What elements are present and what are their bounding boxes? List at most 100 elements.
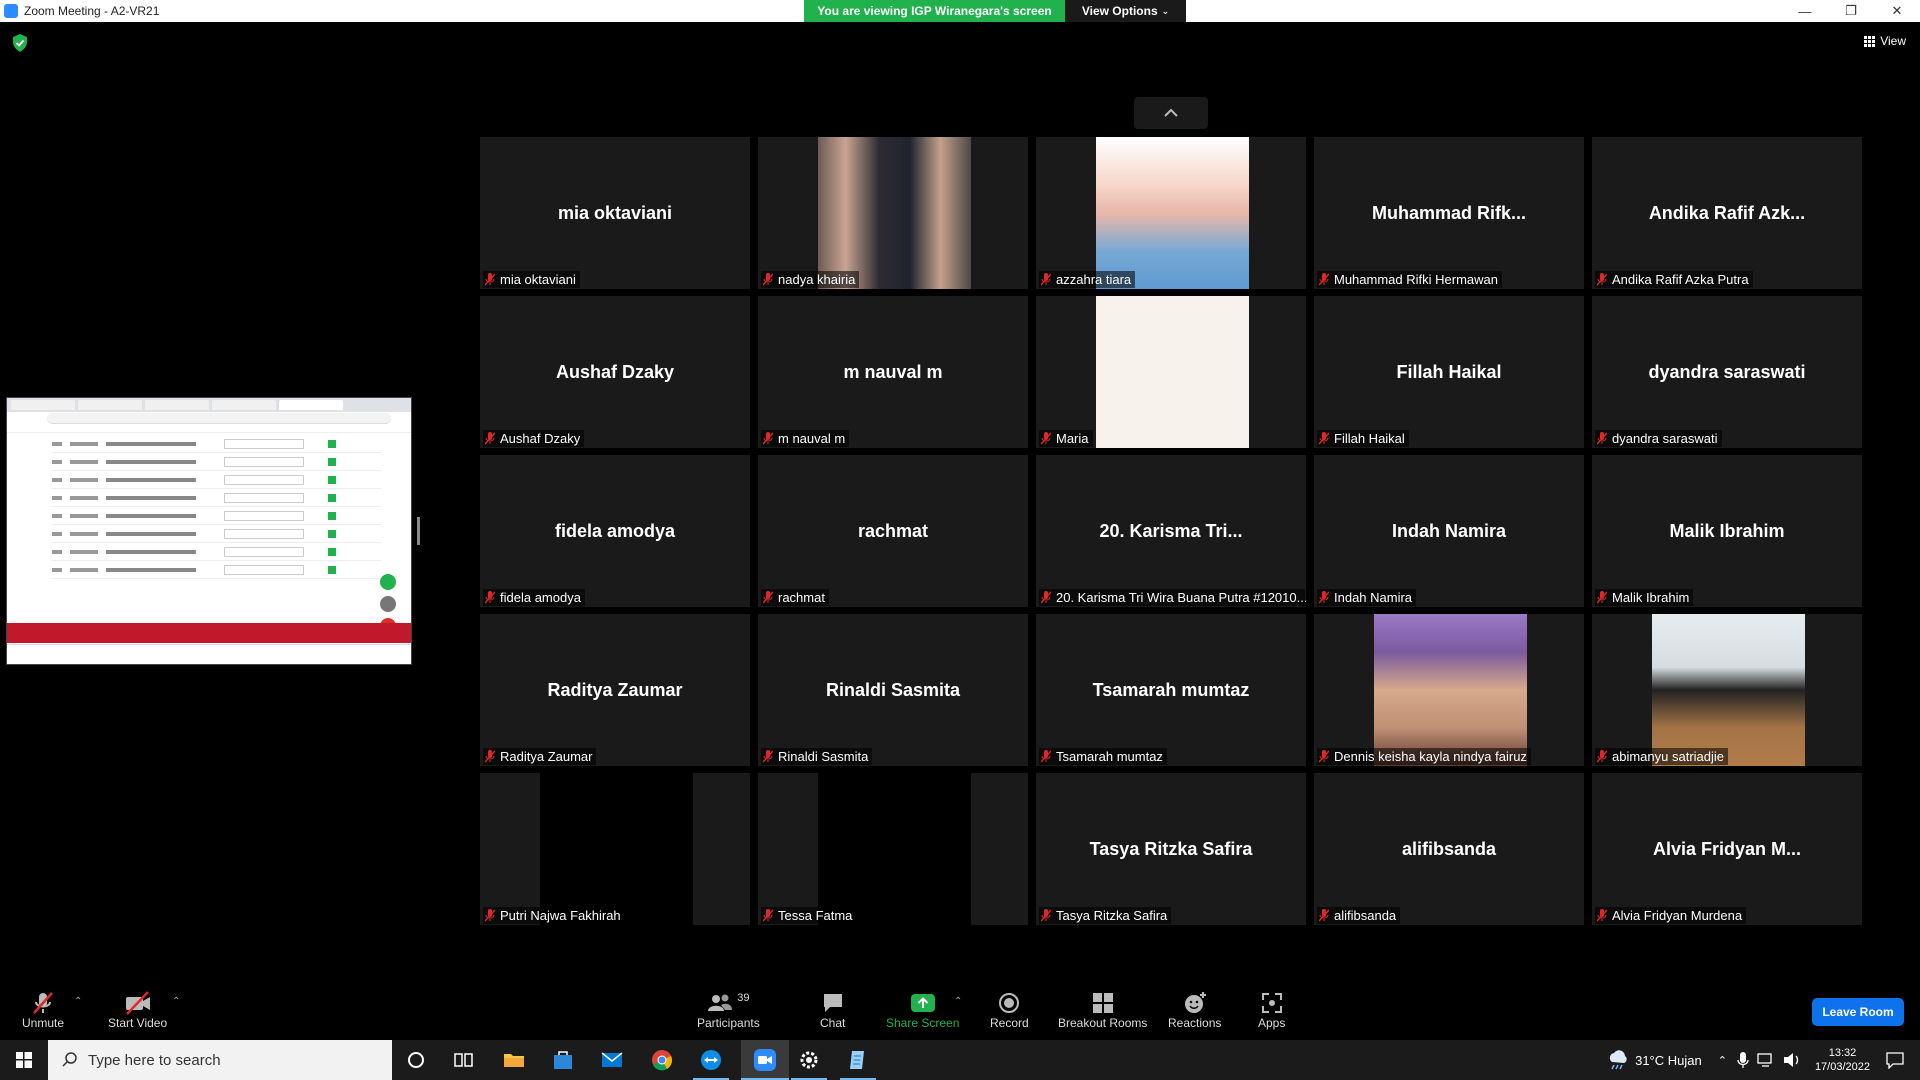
- mic-muted-icon: [1318, 432, 1330, 445]
- store-icon[interactable]: [551, 1048, 575, 1072]
- notepad-icon[interactable]: [846, 1048, 870, 1072]
- mic-muted-icon: [1040, 909, 1052, 922]
- start-button[interactable]: [0, 1040, 48, 1080]
- view-layout-button[interactable]: View: [1864, 34, 1906, 48]
- record-button[interactable]: Record: [990, 990, 1029, 1030]
- restore-button[interactable]: ❐: [1828, 0, 1874, 22]
- task-view-icon[interactable]: [452, 1048, 476, 1072]
- scroll-up-button[interactable]: [1134, 97, 1208, 129]
- shield-check-icon[interactable]: [12, 34, 28, 52]
- chrome-icon[interactable]: [650, 1048, 674, 1072]
- mic-muted-icon: [1596, 591, 1608, 604]
- participant-tile[interactable]: fidela amodya fidela amodya: [480, 455, 750, 607]
- participant-tile[interactable]: Andika Rafif Azk... Andika Rafif Azka Put…: [1592, 137, 1862, 289]
- participant-name: Fillah Haikal: [1334, 431, 1405, 446]
- participant-tile[interactable]: Raditya Zaumar Raditya Zaumar: [480, 614, 750, 766]
- apps-button[interactable]: Apps: [1258, 990, 1285, 1030]
- share-options-caret[interactable]: ⌃: [954, 996, 962, 1007]
- video-options-caret[interactable]: ⌃: [172, 996, 180, 1007]
- participant-name: Tessa Fatma: [778, 908, 853, 923]
- participant-tile[interactable]: mia oktaviani mia oktaviani: [480, 137, 750, 289]
- microphone-icon[interactable]: [1737, 1051, 1749, 1069]
- participant-name: 20. Karisma Tri Wira Buana Putra #12010.…: [1056, 590, 1306, 605]
- cortana-icon[interactable]: [404, 1048, 428, 1072]
- chat-button[interactable]: Chat: [820, 990, 845, 1030]
- mic-muted-icon: [1318, 750, 1330, 763]
- mic-muted-icon: [1596, 432, 1608, 445]
- settings-gear-icon[interactable]: [797, 1048, 821, 1072]
- participant-display-name: m nauval m: [843, 361, 943, 382]
- breakout-rooms-button[interactable]: Breakout Rooms: [1058, 990, 1147, 1030]
- thumbnail-resize-handle[interactable]: [417, 517, 420, 545]
- participant-tile[interactable]: dyandra saraswati dyandra saraswati: [1592, 296, 1862, 448]
- tray-chevron-up-icon[interactable]: ⌃: [1718, 1054, 1727, 1067]
- mic-muted-icon: [1040, 432, 1052, 445]
- participants-button[interactable]: 39 Participants: [697, 990, 760, 1030]
- mail-icon[interactable]: [600, 1048, 624, 1072]
- participant-tile[interactable]: azzahra tiara: [1036, 137, 1306, 289]
- unmute-button[interactable]: Unmute: [22, 990, 64, 1030]
- volume-icon[interactable]: [1783, 1052, 1801, 1068]
- notification-center-icon[interactable]: [1886, 1051, 1904, 1069]
- mic-muted-icon: [1318, 909, 1330, 922]
- mic-muted-icon: [1318, 591, 1330, 604]
- participant-tile[interactable]: 20. Karisma Tri... 20. Karisma Tri Wira B…: [1036, 455, 1306, 607]
- zoom-icon[interactable]: [753, 1048, 777, 1072]
- participant-tile[interactable]: Aushaf Dzaky Aushaf Dzaky: [480, 296, 750, 448]
- minimize-button[interactable]: —: [1782, 0, 1828, 22]
- reactions-button[interactable]: Reactions: [1168, 990, 1221, 1030]
- participant-tile[interactable]: Dennis keisha kayla nindya fairuz: [1314, 614, 1584, 766]
- weather-label[interactable]: 31°C Hujan: [1635, 1053, 1702, 1068]
- participant-tile[interactable]: Maria: [1036, 296, 1306, 448]
- participant-tile[interactable]: abimanyu satriadjie: [1592, 614, 1862, 766]
- participant-tile[interactable]: Rinaldi Sasmita Rinaldi Sasmita: [758, 614, 1028, 766]
- network-icon[interactable]: [1757, 1052, 1775, 1068]
- leave-room-button[interactable]: Leave Room: [1812, 998, 1904, 1026]
- breakout-rooms-label: Breakout Rooms: [1058, 1016, 1148, 1030]
- woman-sunglasses-photo: [1096, 137, 1249, 289]
- mic-muted-icon: [484, 750, 496, 763]
- close-button[interactable]: ✕: [1874, 0, 1920, 22]
- view-options-button[interactable]: View Options ⌄: [1065, 0, 1186, 22]
- apps-icon: [1261, 993, 1282, 1013]
- mic-muted-icon: [1318, 273, 1330, 286]
- participant-tile[interactable]: Alvia Fridyan M... Alvia Fridyan Murdena: [1592, 773, 1862, 925]
- participant-name: Malik Ibrahim: [1612, 590, 1690, 605]
- mic-muted-icon: [484, 591, 496, 604]
- participant-tile[interactable]: rachmat rachmat: [758, 455, 1028, 607]
- shared-screen-thumbnail[interactable]: [6, 397, 412, 665]
- participant-tile[interactable]: Malik Ibrahim Malik Ibrahim: [1592, 455, 1862, 607]
- participant-tile[interactable]: Fillah Haikal Fillah Haikal: [1314, 296, 1584, 448]
- participant-tile[interactable]: Indah Namira Indah Namira: [1314, 455, 1584, 607]
- participant-name: Andika Rafif Azka Putra: [1612, 272, 1749, 287]
- participant-name-label: Indah Namira: [1317, 589, 1417, 606]
- mic-muted-icon: [762, 591, 774, 604]
- taskbar-clock[interactable]: 13:32 17/03/2022: [1815, 1046, 1870, 1074]
- participant-name: dyandra saraswati: [1612, 431, 1718, 446]
- participant-tile[interactable]: nadya khairia: [758, 137, 1028, 289]
- participant-tile[interactable]: Putri Najwa Fakhirah: [480, 773, 750, 925]
- participant-tile[interactable]: Tsamarah mumtaz Tsamarah mumtaz: [1036, 614, 1306, 766]
- participant-name-label: m nauval m: [761, 430, 850, 447]
- dark-video: [818, 773, 971, 925]
- participant-display-name: Raditya Zaumar: [547, 679, 683, 700]
- participant-display-name: Rinaldi Sasmita: [825, 679, 961, 700]
- share-screen-label: Share Screen: [886, 1016, 960, 1030]
- start-video-button[interactable]: Start Video: [108, 990, 167, 1030]
- participants-count: 39: [737, 992, 750, 1004]
- participant-tile[interactable]: m nauval m m nauval m: [758, 296, 1028, 448]
- participant-tile[interactable]: Tessa Fatma: [758, 773, 1028, 925]
- participant-tile[interactable]: Muhammad Rifk... Muhammad Rifki Hermawan: [1314, 137, 1584, 289]
- windows-logo-icon: [16, 1052, 32, 1068]
- audio-options-caret[interactable]: ⌃: [74, 996, 82, 1007]
- mic-muted-icon: [484, 273, 496, 286]
- participant-name-label: Maria: [1039, 430, 1093, 447]
- taskbar-search-box[interactable]: Type here to search: [48, 1040, 392, 1080]
- view-label: View: [1880, 34, 1906, 48]
- file-explorer-icon[interactable]: [502, 1048, 526, 1072]
- participant-tile[interactable]: alifibsanda alifibsanda: [1314, 773, 1584, 925]
- share-screen-button[interactable]: Share Screen: [886, 990, 959, 1030]
- teamviewer-icon[interactable]: [699, 1048, 723, 1072]
- download-bar: [7, 644, 411, 664]
- participant-tile[interactable]: Tasya Ritzka Safira Tasya Ritzka Safira: [1036, 773, 1306, 925]
